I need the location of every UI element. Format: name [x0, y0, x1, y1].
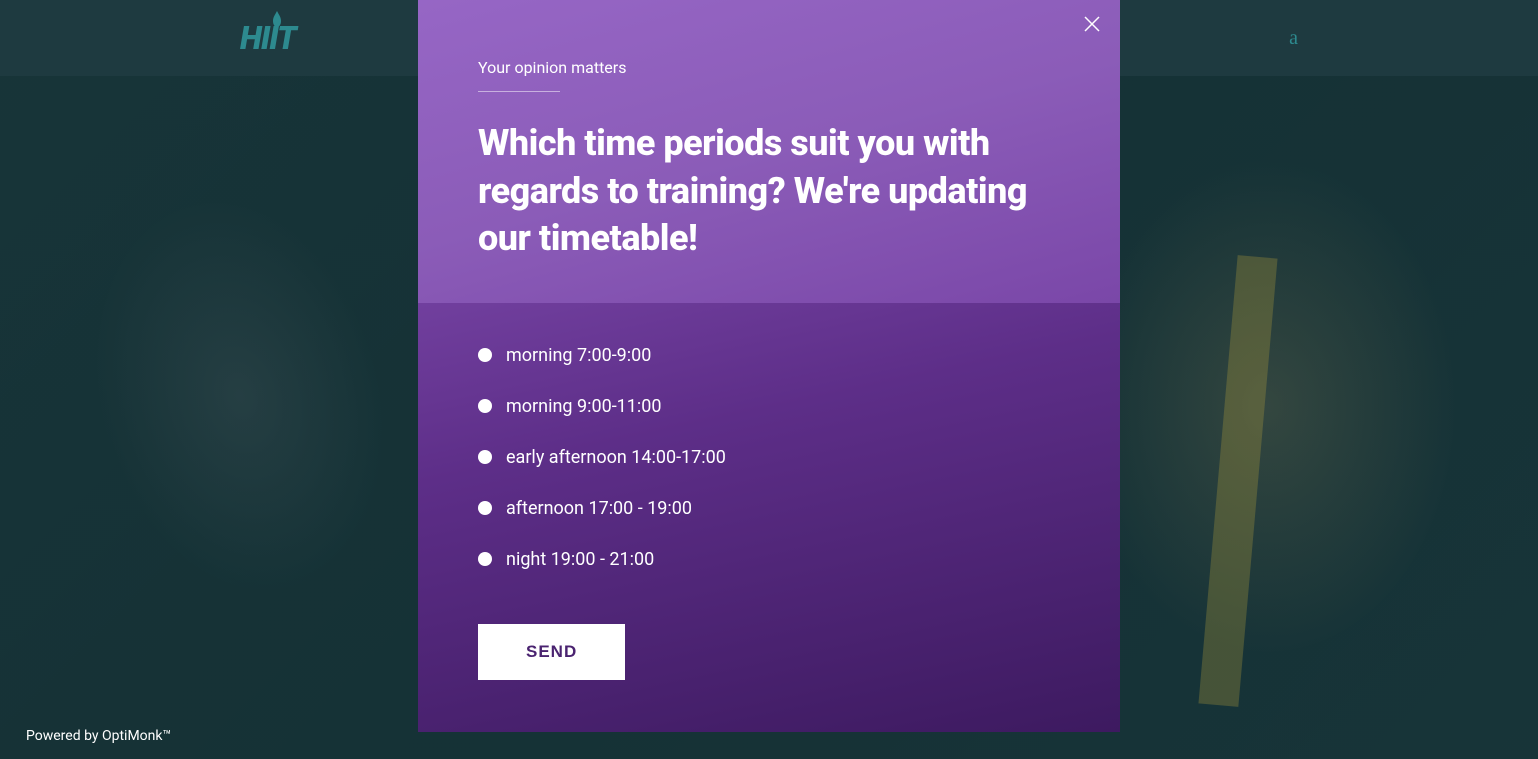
modal-body: morning 7:00-9:00 morning 9:00-11:00 ear… — [418, 303, 1120, 680]
radio-label: morning 7:00-9:00 — [506, 345, 651, 366]
radio-option-afternoon[interactable]: afternoon 17:00 - 19:00 — [478, 498, 1060, 519]
radio-label: night 19:00 - 21:00 — [506, 549, 654, 570]
radio-option-morning-early[interactable]: morning 7:00-9:00 — [478, 345, 1060, 366]
send-button[interactable]: SEND — [478, 624, 625, 680]
modal-subtitle: Your opinion matters — [478, 58, 1060, 77]
radio-option-night[interactable]: night 19:00 - 21:00 — [478, 549, 1060, 570]
radio-option-early-afternoon[interactable]: early afternoon 14:00-17:00 — [478, 447, 1060, 468]
radio-label: early afternoon 14:00-17:00 — [506, 447, 726, 468]
radio-input[interactable] — [478, 450, 492, 464]
modal-overlay: Your opinion matters Which time periods … — [0, 0, 1538, 759]
close-icon — [1082, 14, 1102, 34]
close-button[interactable] — [1082, 14, 1102, 34]
divider-line — [478, 91, 560, 92]
radio-label: afternoon 17:00 - 19:00 — [506, 498, 692, 519]
radio-input[interactable] — [478, 552, 492, 566]
modal-header: Your opinion matters Which time periods … — [418, 0, 1120, 303]
radio-option-morning-late[interactable]: morning 9:00-11:00 — [478, 396, 1060, 417]
radio-input[interactable] — [478, 501, 492, 515]
survey-modal: Your opinion matters Which time periods … — [418, 0, 1120, 732]
modal-title: Which time periods suit you with regards… — [478, 120, 1060, 263]
radio-label: morning 9:00-11:00 — [506, 396, 662, 417]
radio-input[interactable] — [478, 399, 492, 413]
radio-input[interactable] — [478, 348, 492, 362]
